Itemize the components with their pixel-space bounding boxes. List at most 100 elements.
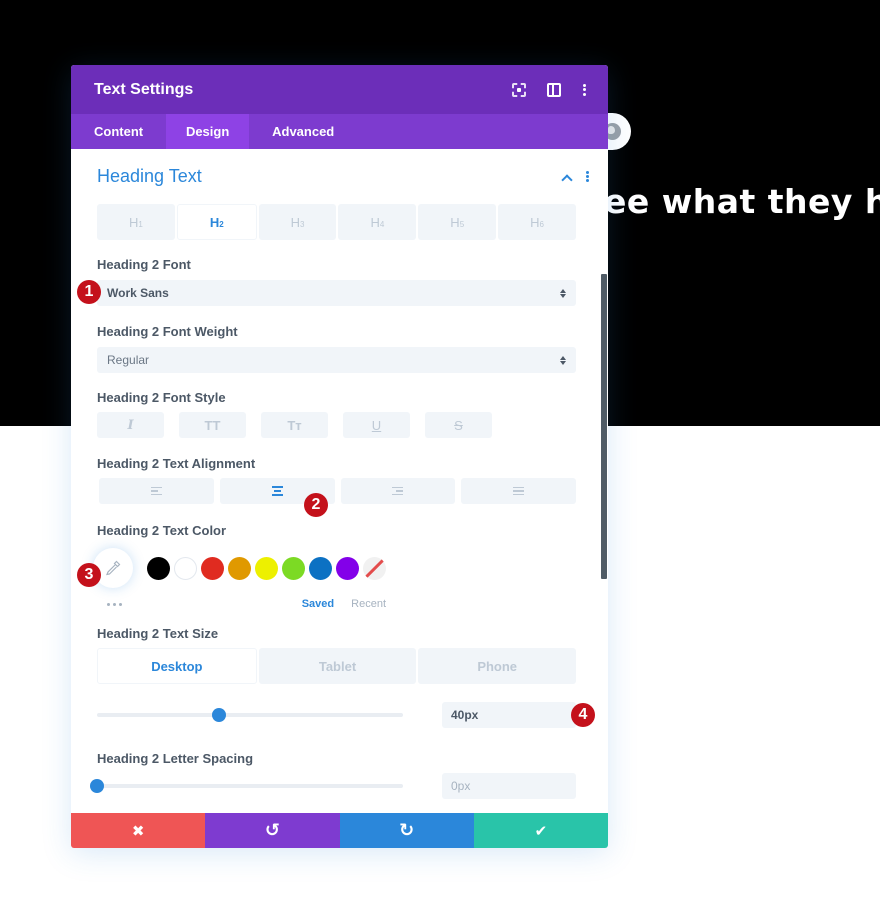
swatch-green[interactable] xyxy=(282,556,305,580)
font-weight-label: Heading 2 Font Weight xyxy=(97,324,238,339)
text-settings-panel: Text Settings Content Design Advanced He… xyxy=(71,65,608,848)
swatch-blue[interactable] xyxy=(309,556,332,580)
text-size-input[interactable]: 40px xyxy=(442,702,576,728)
heading-tab-sub: 6 xyxy=(539,219,544,229)
heading-tab-h2[interactable]: H2 xyxy=(176,204,257,240)
italic-icon: I xyxy=(127,417,134,433)
letter-spacing-label: Heading 2 Letter Spacing xyxy=(97,751,254,766)
tab-advanced[interactable]: Advanced xyxy=(249,114,357,149)
tab-design[interactable]: Design xyxy=(166,114,250,149)
close-icon: ✖ xyxy=(131,822,145,840)
text-color-label: Heading 2 Text Color xyxy=(97,523,227,538)
swatch-red[interactable] xyxy=(201,556,224,580)
undo-icon: ↺ xyxy=(264,820,280,840)
heading-tab-sub: 1 xyxy=(138,219,143,229)
redo-icon: ↻ xyxy=(399,820,415,840)
underline-icon: U xyxy=(371,417,382,433)
panel-header[interactable]: Text Settings xyxy=(71,65,608,114)
chevron-up-icon[interactable] xyxy=(561,172,571,182)
device-tab-tablet[interactable]: Tablet xyxy=(258,648,417,684)
font-weight-field: Heading 2 Font Weight Regular xyxy=(97,324,576,373)
select-arrows-icon xyxy=(560,355,566,365)
swatch-purple[interactable] xyxy=(336,556,359,580)
align-justify-icon xyxy=(513,486,525,496)
panel-scrollbar[interactable] xyxy=(601,274,607,579)
annotation-badge-2: 2 xyxy=(304,493,328,517)
capitalize-button[interactable]: Tт xyxy=(261,412,328,438)
font-weight-select[interactable]: Regular xyxy=(97,347,576,373)
heading-tab-h4[interactable]: H4 xyxy=(338,204,417,240)
text-size-field: Heading 2 Text Size Desktop Tablet Phone… xyxy=(97,626,577,728)
text-alignment-label: Heading 2 Text Alignment xyxy=(97,456,256,471)
heading-tab-label: H xyxy=(450,214,460,230)
panel-title: Text Settings xyxy=(94,80,194,98)
heading-level-tabs: H1 H2 H3 H4 H5 H6 xyxy=(97,204,576,240)
text-size-slider[interactable] xyxy=(97,708,403,722)
split-view-icon[interactable] xyxy=(547,82,561,97)
heading-tab-label: H xyxy=(290,214,301,230)
device-tab-phone[interactable]: Phone xyxy=(418,648,577,684)
align-center-icon xyxy=(271,486,283,496)
align-left-icon xyxy=(150,486,162,496)
eyedropper-icon xyxy=(106,560,121,576)
strikethrough-button[interactable]: S xyxy=(425,412,492,438)
undo-button[interactable]: ↺ xyxy=(205,813,340,848)
text-color-field: Heading 2 Text Color Saved Recent xyxy=(93,523,576,610)
saved-colors-tab[interactable]: Saved xyxy=(302,598,334,610)
heading-tab-label: H xyxy=(530,214,540,230)
italic-button[interactable]: I xyxy=(97,412,164,438)
swatch-orange[interactable] xyxy=(228,556,251,580)
font-select-value: Work Sans xyxy=(107,286,169,300)
align-right-button[interactable] xyxy=(340,478,456,504)
heading-tab-sub: 4 xyxy=(379,219,385,229)
uppercase-icon: TT xyxy=(204,417,221,433)
letter-spacing-field: Heading 2 Letter Spacing 0px xyxy=(90,751,576,799)
font-style-field: Heading 2 Font Style I TT Tт U S xyxy=(97,390,576,438)
font-field: Heading 2 Font Work Sans xyxy=(97,257,576,306)
page-heading-preview: ee what they hav xyxy=(604,182,880,221)
align-justify-button[interactable] xyxy=(461,478,576,504)
heading-tab-label: H xyxy=(370,214,380,230)
annotation-badge-3: 3 xyxy=(77,563,101,587)
section-options-icon[interactable] xyxy=(585,171,589,182)
font-select[interactable]: Work Sans xyxy=(97,280,576,306)
letter-spacing-input[interactable]: 0px xyxy=(442,773,576,799)
device-tab-desktop[interactable]: Desktop xyxy=(97,648,257,684)
heading-tab-h3[interactable]: H3 xyxy=(258,204,337,240)
letter-spacing-slider-handle[interactable] xyxy=(90,779,104,793)
text-size-slider-handle[interactable] xyxy=(212,708,227,722)
heading-tab-label: H xyxy=(209,214,220,230)
more-colors-icon[interactable] xyxy=(107,602,302,606)
annotation-badge-1: 1 xyxy=(77,280,101,304)
swatch-yellow[interactable] xyxy=(255,556,278,580)
expand-icon[interactable] xyxy=(512,82,526,97)
device-tabs: Desktop Tablet Phone xyxy=(97,648,577,684)
font-style-label: Heading 2 Font Style xyxy=(97,390,226,405)
swatch-none[interactable] xyxy=(363,556,386,580)
heading-tab-h1[interactable]: H1 xyxy=(97,204,175,240)
panel-footer: ✖ ↺ ↻ ✔ xyxy=(71,813,608,848)
section-title: Heading Text xyxy=(97,166,202,186)
strikethrough-icon: S xyxy=(454,417,463,433)
redo-button[interactable]: ↻ xyxy=(339,813,474,848)
recent-colors-tab[interactable]: Recent xyxy=(351,598,386,610)
align-left-button[interactable] xyxy=(99,478,214,504)
section-header[interactable]: Heading Text xyxy=(97,149,589,204)
save-button[interactable]: ✔ xyxy=(473,813,608,848)
underline-button[interactable]: U xyxy=(343,412,410,438)
panel-content: Heading Text H1 H2 H3 H4 H5 H6 Heading 2… xyxy=(71,149,608,813)
discard-button[interactable]: ✖ xyxy=(71,813,206,848)
text-size-label: Heading 2 Text Size xyxy=(97,626,219,641)
swatch-white[interactable] xyxy=(174,556,197,580)
uppercase-button[interactable]: TT xyxy=(179,412,246,438)
color-swatches xyxy=(93,548,576,588)
capitalize-icon: Tт xyxy=(287,417,302,433)
more-options-icon[interactable] xyxy=(582,83,586,96)
heading-tab-label: H xyxy=(128,214,139,230)
tab-content[interactable]: Content xyxy=(71,114,166,149)
letter-spacing-slider[interactable] xyxy=(90,779,403,793)
swatch-black[interactable] xyxy=(147,556,170,580)
heading-tab-h5[interactable]: H5 xyxy=(418,204,497,240)
heading-tab-h6[interactable]: H6 xyxy=(498,204,576,240)
check-icon: ✔ xyxy=(534,822,548,840)
